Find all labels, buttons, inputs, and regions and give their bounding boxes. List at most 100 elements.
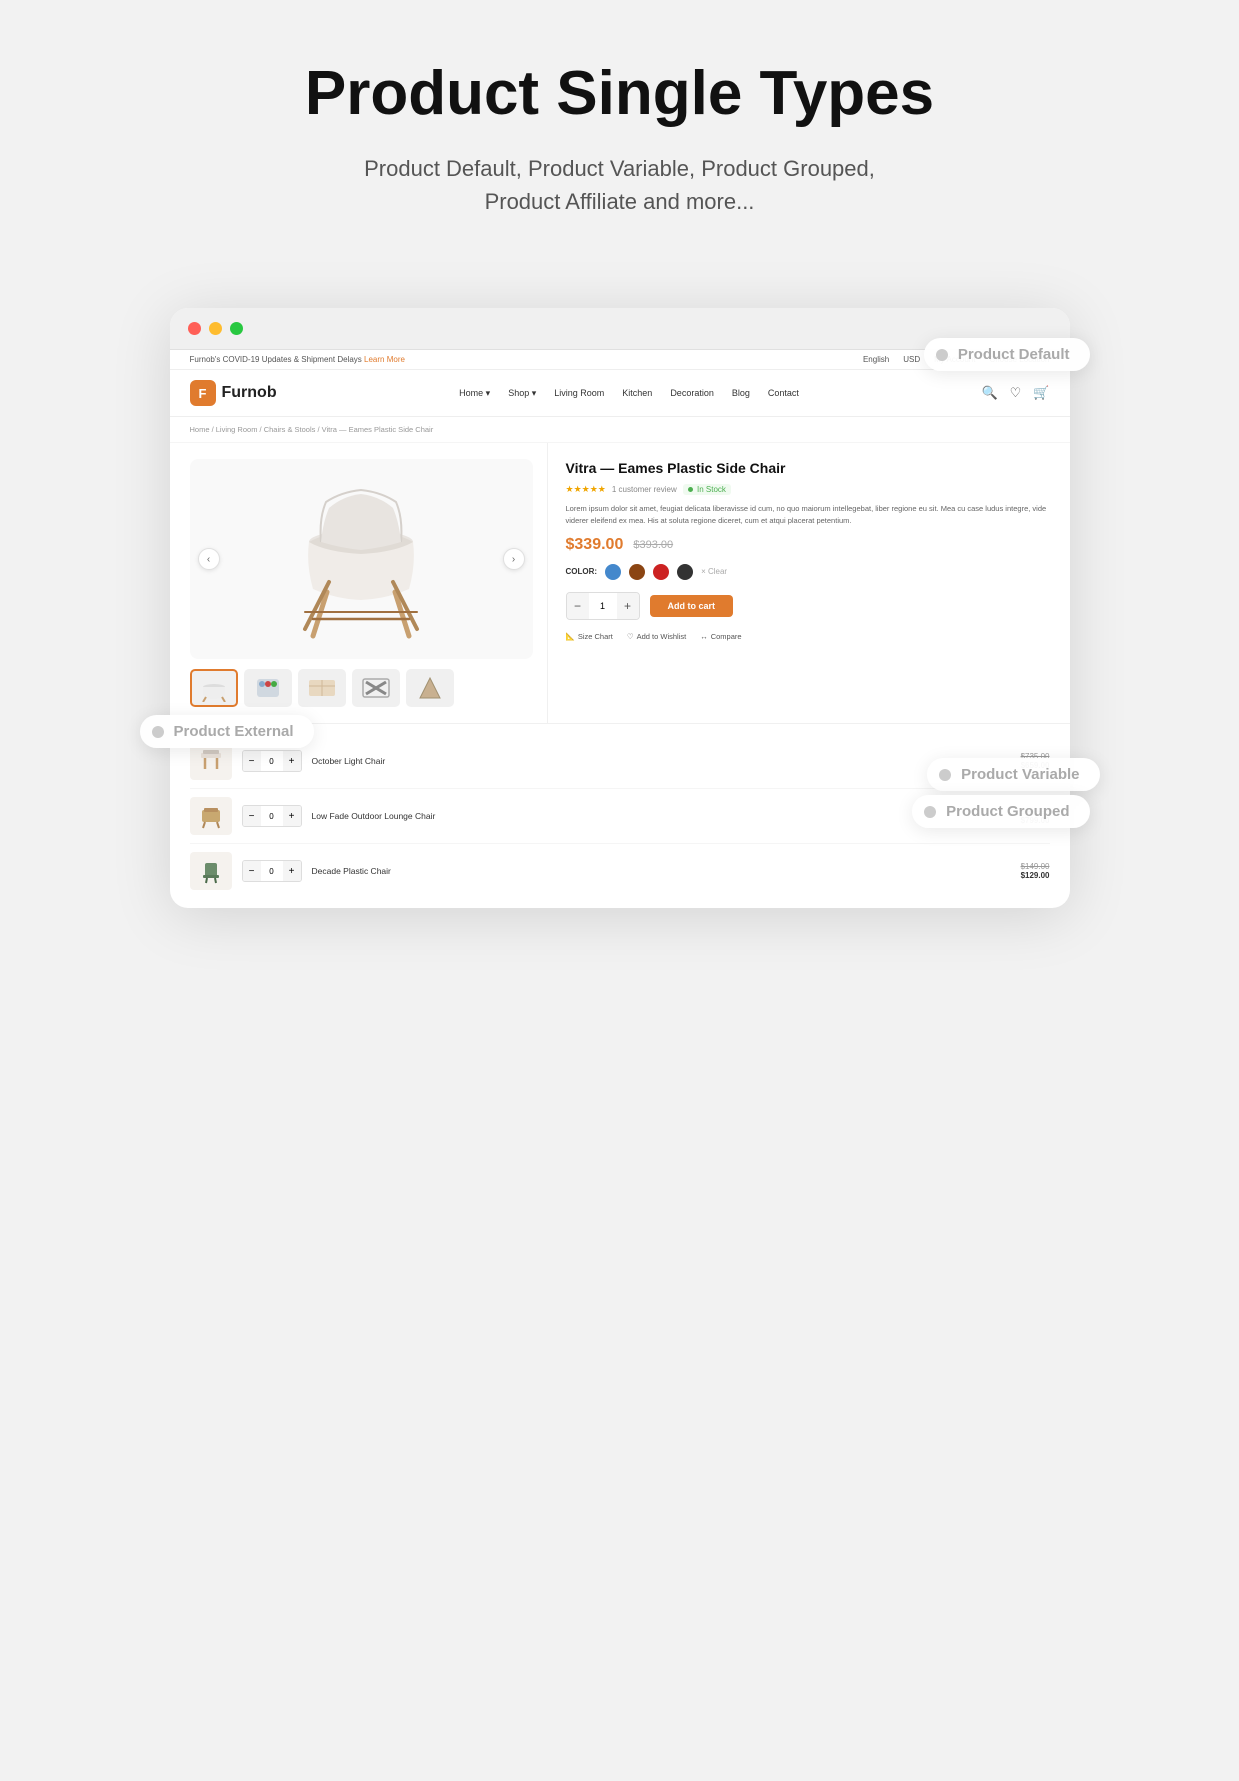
image-prev-button[interactable]: ‹ — [198, 548, 220, 570]
price-current: $339.00 — [566, 536, 624, 554]
label-dot-external — [152, 726, 164, 738]
search-icon[interactable]: 🔍 — [981, 385, 997, 401]
grouped-item-3: − + Decade Plastic Chair $149.00 $129.00 — [190, 844, 1050, 898]
wishlist-link[interactable]: ♡ Add to Wishlist — [627, 632, 686, 641]
browser-dot-green — [230, 322, 243, 335]
product-info: Vitra — Eames Plastic Side Chair ★★★★★ 1… — [548, 443, 1070, 723]
color-swatch-dark[interactable] — [677, 564, 693, 580]
page-subtitle: Product Default, Product Variable, Produ… — [364, 152, 875, 218]
browser-mockup: Product Default Product Variable Product… — [170, 308, 1070, 908]
grouped-qty-decrease-2[interactable]: − — [243, 806, 261, 826]
qty-cart-row: − + Add to cart — [566, 592, 1054, 620]
announcement-text: Furnob's COVID-19 Updates & Shipment Del… — [190, 355, 405, 364]
grouped-qty-input-1[interactable] — [261, 751, 283, 771]
browser-dot-yellow — [209, 322, 222, 335]
nav-links: Home ▾ Shop ▾ Living Room Kitchen Decora… — [459, 388, 799, 399]
color-swatch-red[interactable] — [653, 564, 669, 580]
product-images: ‹ — [170, 443, 548, 723]
quantity-control: − + — [566, 592, 640, 620]
page-title: Product Single Types — [305, 60, 934, 128]
nav-icons: 🔍 ♡ 🛒 — [981, 385, 1049, 401]
grouped-qty-input-2[interactable] — [261, 806, 283, 826]
image-next-button[interactable]: › — [503, 548, 525, 570]
star-rating: ★★★★★ — [566, 484, 606, 495]
grouped-qty-1: − + — [242, 750, 302, 772]
nav-contact[interactable]: Contact — [768, 388, 799, 399]
grouped-thumb-2 — [190, 797, 232, 835]
review-count[interactable]: 1 customer review — [612, 485, 677, 494]
price-old: $393.00 — [633, 539, 673, 551]
product-main-image — [291, 474, 431, 644]
qty-increase-button[interactable]: + — [617, 593, 639, 619]
color-swatch-blue[interactable] — [605, 564, 621, 580]
grouped-qty-input-3[interactable] — [261, 861, 283, 881]
grouped-product-name-1: October Light Chair — [312, 756, 1011, 766]
grouped-product-name-2: Low Fade Outdoor Lounge Chair — [312, 811, 1011, 821]
thumbnail-1[interactable] — [190, 669, 238, 707]
size-chart-link[interactable]: 📐 Size Chart — [566, 632, 613, 641]
product-layout: ‹ — [170, 443, 1070, 723]
label-product-variable: Product Variable — [927, 758, 1099, 791]
stock-dot — [688, 487, 693, 492]
grouped-price-new-3: $129.00 — [1021, 871, 1050, 880]
color-swatch-brown[interactable] — [629, 564, 645, 580]
thumbnail-3[interactable] — [298, 669, 346, 707]
thumbnail-4[interactable] — [352, 669, 400, 707]
cart-icon[interactable]: 🛒 — [1033, 385, 1049, 401]
thumbnails — [190, 669, 533, 707]
price-row: $339.00 $393.00 — [566, 536, 1054, 554]
qty-decrease-button[interactable]: − — [567, 593, 589, 619]
main-nav: F Furnob Home ▾ Shop ▾ Living Room Kitch… — [170, 370, 1070, 417]
nav-decoration[interactable]: Decoration — [670, 388, 714, 399]
grouped-qty-2: − + — [242, 805, 302, 827]
logo: F Furnob — [190, 380, 277, 406]
logo-text: Furnob — [222, 384, 277, 402]
compare-icon: ↔ — [700, 632, 708, 641]
label-dot-default — [936, 349, 948, 361]
product-title: Vitra — Eames Plastic Side Chair — [566, 459, 1054, 477]
label-product-external: Product External — [140, 715, 314, 748]
nav-blog[interactable]: Blog — [732, 388, 750, 399]
product-description: Lorem ipsum dolor sit amet, feugiat deli… — [566, 503, 1054, 526]
quantity-input[interactable] — [589, 593, 617, 619]
grouped-qty-decrease-3[interactable]: − — [243, 861, 261, 881]
grouped-thumb-3 — [190, 852, 232, 890]
thumbnail-5[interactable] — [406, 669, 454, 707]
thumbnail-2[interactable] — [244, 669, 292, 707]
currency-selector[interactable]: USD — [903, 355, 920, 364]
grouped-qty-decrease-1[interactable]: − — [243, 751, 261, 771]
announcement-link[interactable]: Learn More — [364, 355, 405, 364]
label-dot-grouped — [924, 806, 936, 818]
clear-color-link[interactable]: × Clear — [701, 567, 727, 576]
product-rating: ★★★★★ 1 customer review In Stock — [566, 484, 1054, 495]
grouped-qty-3: − + — [242, 860, 302, 882]
browser-dot-red — [188, 322, 201, 335]
grouped-price-old-3: $149.00 — [1021, 862, 1050, 871]
label-product-grouped: Product Grouped — [912, 795, 1089, 828]
grouped-prices-3: $149.00 $129.00 — [1021, 862, 1050, 880]
grouped-qty-increase-2[interactable]: + — [283, 806, 301, 826]
logo-icon: F — [190, 380, 216, 406]
grouped-product-name-3: Decade Plastic Chair — [312, 866, 1011, 876]
action-links: 📐 Size Chart ♡ Add to Wishlist ↔ Compare — [566, 632, 1054, 641]
wishlist-icon[interactable]: ♡ — [1010, 385, 1022, 401]
grouped-item-1: − + October Light Chair $735.00 $659.00 — [190, 734, 1050, 789]
nav-home[interactable]: Home ▾ — [459, 388, 490, 399]
heart-icon: ♡ — [627, 632, 634, 641]
compare-link[interactable]: ↔ Compare — [700, 632, 741, 641]
main-image-container: ‹ — [190, 459, 533, 659]
lang-selector[interactable]: English — [863, 355, 889, 364]
grouped-qty-increase-1[interactable]: + — [283, 751, 301, 771]
add-to-cart-button[interactable]: Add to cart — [650, 595, 734, 617]
breadcrumb: Home / Living Room / Chairs & Stools / V… — [170, 417, 1070, 443]
nav-kitchen[interactable]: Kitchen — [622, 388, 652, 399]
label-dot-variable — [939, 769, 951, 781]
color-selector: COLOR: × Clear — [566, 564, 1054, 580]
stock-badge: In Stock — [683, 484, 731, 495]
nav-shop[interactable]: Shop ▾ — [508, 388, 536, 399]
size-chart-icon: 📐 — [566, 632, 575, 641]
label-product-default: Product Default — [924, 338, 1090, 371]
grouped-qty-increase-3[interactable]: + — [283, 861, 301, 881]
color-label: COLOR: — [566, 567, 598, 576]
nav-living-room[interactable]: Living Room — [554, 388, 604, 399]
